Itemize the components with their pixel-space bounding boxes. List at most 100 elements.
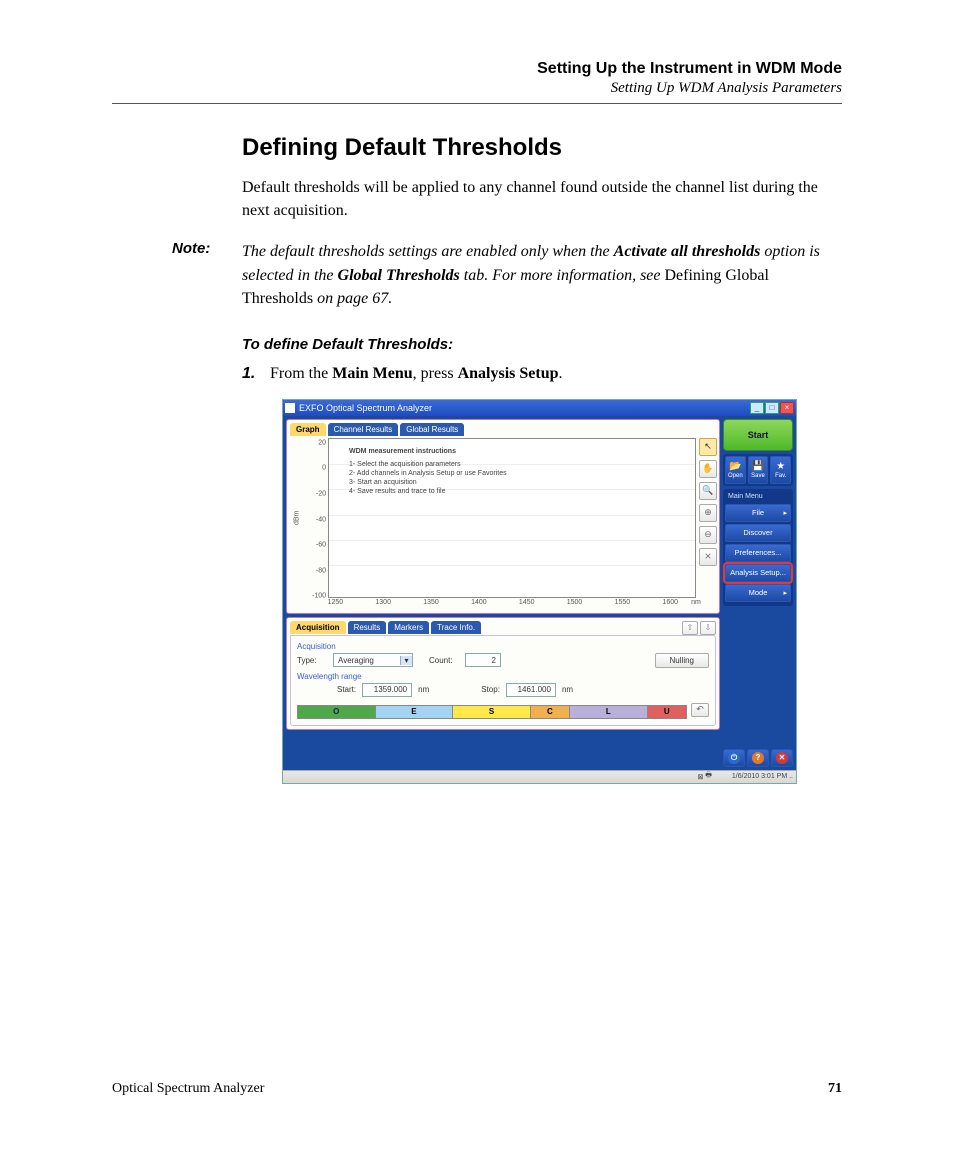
step-bold: Main Menu [332,365,412,382]
band-l[interactable]: L [570,705,648,719]
close-button[interactable]: × [780,402,794,414]
status-icon-print[interactable]: 🖶 [705,771,712,782]
band-o[interactable]: O [297,705,376,719]
count-input[interactable]: 2 [465,653,501,667]
tab-trace-info[interactable]: Trace Info. [431,621,481,634]
tab-global-results[interactable]: Global Results [400,423,464,436]
acquisition-group-label: Acquisition [297,642,709,651]
status-bar: ⊠ 🖶 1/6/2010 3:01 PM .. [283,770,796,783]
stop-label: Stop: [481,685,500,694]
hand-tool-icon[interactable]: ✋ [699,460,717,478]
menu-analysis-setup[interactable]: Analysis Setup... [725,564,791,582]
header-rule [112,103,842,104]
tab-channel-results[interactable]: Channel Results [328,423,399,436]
power-button[interactable]: ⏻ [723,749,745,767]
zoom-out-icon[interactable]: ⊖ [699,526,717,544]
tab-graph[interactable]: Graph [290,423,326,436]
step-bold: Analysis Setup [458,365,559,382]
start-label: Start: [337,685,356,694]
window-title: EXFO Optical Spectrum Analyzer [299,403,432,413]
menu-preferences[interactable]: Preferences... [725,544,791,562]
save-button[interactable]: 💾Save [748,456,769,484]
note-block: Note: The default thresholds settings ar… [172,240,842,310]
instr-line: 1- Select the acquisition parameters [349,460,507,469]
step-text: From the [270,365,332,382]
note-body: The default thresholds settings are enab… [242,240,842,310]
xtick: 1600 [662,599,678,606]
xtick: 1500 [567,599,583,606]
ytick: -60 [316,542,326,549]
wavelength-band-bar[interactable]: O E S C L U [297,705,687,719]
maximize-button[interactable]: □ [765,402,779,414]
open-button[interactable]: 📂Open [725,456,746,484]
stop-unit: nm [562,685,573,694]
section-subtitle: Setting Up WDM Analysis Parameters [112,80,842,97]
menu-discover[interactable]: Discover [725,524,791,542]
window-titlebar[interactable]: EXFO Optical Spectrum Analyzer _ □ × [283,400,796,416]
stop-input[interactable]: 1461.000 [506,683,556,697]
panel-up-icon[interactable]: ⇧ [682,621,698,635]
tab-markers[interactable]: Markers [388,621,429,634]
graph-panel: Graph Channel Results Global Results dBm… [286,419,720,614]
utility-button-bar: ⏻ ? ✕ [723,609,793,767]
graph-plot-area[interactable]: WDM measurement instructions 1- Select t… [328,438,696,598]
start-unit: nm [418,685,429,694]
type-value: Averaging [334,656,378,665]
type-combo[interactable]: Averaging ▾ [333,653,413,667]
band-c[interactable]: C [531,705,570,719]
intro-paragraph: Default thresholds will be applied to an… [242,176,842,222]
folder-open-icon: 📂 [729,461,741,472]
help-button[interactable]: ? [747,749,769,767]
xtick: 1550 [615,599,631,606]
nulling-button[interactable]: Nulling [655,653,709,668]
x-axis-ticks: 1250 1300 1350 1400 1450 1500 1550 1600 … [328,598,696,610]
xtick: 1350 [423,599,439,606]
favorites-button[interactable]: ★Fav. [770,456,791,484]
chevron-down-icon[interactable]: ▾ [400,656,412,665]
procedure-title: To define Default Thresholds: [242,336,842,353]
graph-instructions: WDM measurement instructions 1- Select t… [349,447,507,496]
note-label: Note: [172,240,242,257]
step-number: 1. [242,365,270,383]
xtick: 1250 [328,599,344,606]
panel-down-icon[interactable]: ⇩ [700,621,716,635]
note-bold: Activate all thresholds [614,243,761,260]
ytick: -80 [316,567,326,574]
count-label: Count: [429,656,459,665]
marker-tool-icon[interactable]: ⨯ [699,548,717,566]
menu-file-label: File [752,508,764,517]
tab-acquisition[interactable]: Acquisition [290,621,346,634]
step-1: 1. From the Main Menu, press Analysis Se… [242,365,842,383]
exit-button[interactable]: ✕ [771,749,793,767]
tab-results[interactable]: Results [348,621,387,634]
start-button[interactable]: Start [723,419,793,451]
open-label: Open [728,473,743,479]
wavelength-range-label: Wavelength range [297,672,709,681]
status-icon-keyboard[interactable]: ⊠ [697,773,703,781]
page-heading: Defining Default Thresholds [242,134,842,162]
star-icon: ★ [776,461,785,472]
ytick: -100 [312,593,326,600]
file-action-bar: 📂Open 💾Save ★Fav. [723,454,793,486]
band-s[interactable]: S [453,705,531,719]
band-e[interactable]: E [376,705,454,719]
pointer-tool-icon[interactable]: ↖ [699,438,717,456]
menu-mode[interactable]: Mode▸ [725,584,791,602]
note-bold: Global Thresholds [338,267,460,284]
undo-range-icon[interactable]: ↶ [691,703,709,717]
minimize-button[interactable]: _ [750,402,764,414]
footer-page-number: 71 [828,1081,842,1097]
band-u[interactable]: U [648,705,687,719]
ytick: 20 [318,439,326,446]
zoom-tool-icon[interactable]: 🔍 [699,482,717,500]
chevron-right-icon: ▸ [783,509,787,517]
zoom-in-icon[interactable]: ⊕ [699,504,717,522]
menu-file[interactable]: File ▸ [725,504,791,522]
ytick: -20 [316,490,326,497]
instr-line: 3- Start an acquisition [349,478,507,487]
start-input[interactable]: 1359.000 [362,683,412,697]
y-axis-unit: dBm [290,438,304,598]
acquisition-panel: Acquisition Results Markers Trace Info. … [286,617,720,730]
footer-product: Optical Spectrum Analyzer [112,1081,264,1097]
menu-mode-label: Mode [749,588,768,597]
